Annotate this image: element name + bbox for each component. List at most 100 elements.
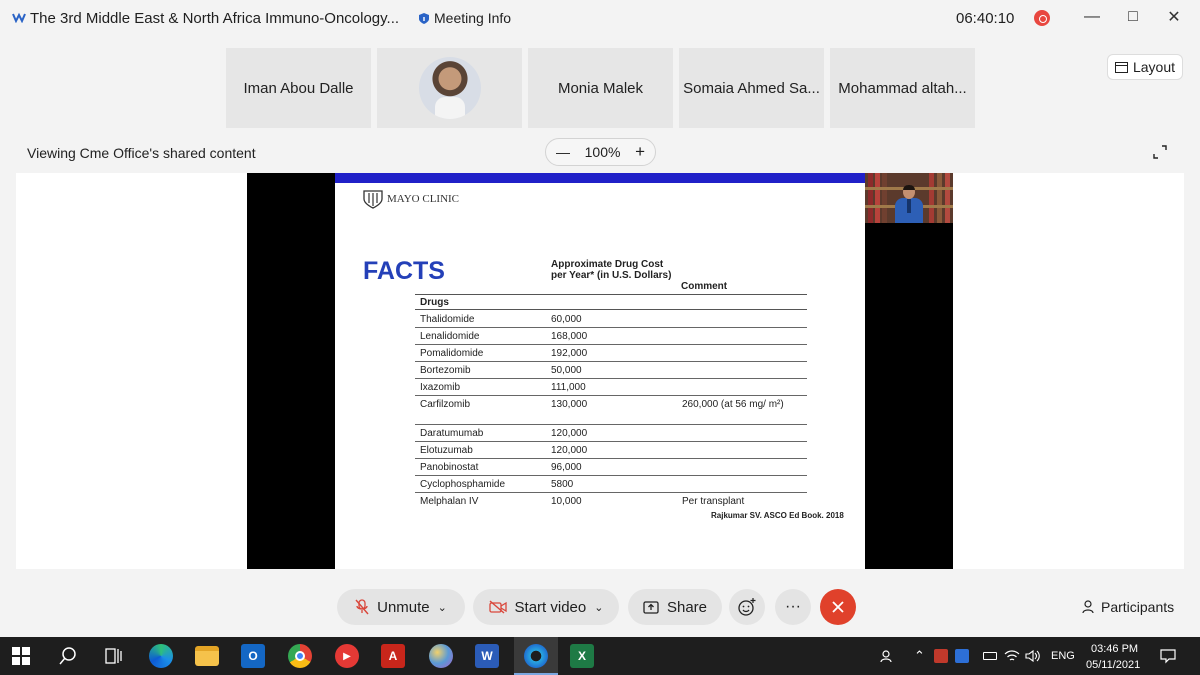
- presentation-slide: MAYO CLINIC FACTS Approximate Drug Cost …: [335, 173, 865, 569]
- paint-icon[interactable]: [429, 644, 453, 668]
- participants-label: Participants: [1101, 599, 1175, 615]
- drug-cost: 96,000: [551, 462, 582, 473]
- drug-cost: 168,000: [551, 331, 588, 342]
- zoom-in-icon[interactable]: +: [635, 142, 645, 162]
- participant-tile[interactable]: Mohammad altah...: [830, 48, 975, 128]
- notification-icon[interactable]: [1160, 648, 1176, 664]
- volume-icon[interactable]: [1025, 649, 1041, 663]
- row-divider: [415, 441, 807, 442]
- mayo-clinic-logo: MAYO CLINIC: [362, 189, 459, 209]
- row-divider: [415, 458, 807, 459]
- microphone-muted-icon: [355, 599, 369, 615]
- drug-cost: 192,000: [551, 348, 588, 359]
- start-video-button[interactable]: Start video ⌄: [473, 589, 619, 625]
- windows-taskbar: [0, 637, 1200, 675]
- drug-name: Thalidomide: [420, 314, 475, 325]
- media-player-icon[interactable]: ▶: [335, 644, 359, 668]
- table-header-rule: [415, 309, 807, 310]
- participant-name: Iman Abou Dalle: [243, 79, 354, 97]
- clock-time[interactable]: 03:46 PM: [1091, 643, 1138, 655]
- participant-name: Monia Malek: [557, 79, 644, 97]
- participant-tile[interactable]: [377, 48, 522, 128]
- drug-cost: 130,000: [551, 399, 588, 410]
- participant-name: Mohammad altah...: [838, 79, 967, 97]
- close-icon[interactable]: ✕: [1162, 6, 1186, 28]
- drug-cost: 111,000: [551, 382, 586, 393]
- webex-icon[interactable]: [524, 644, 548, 668]
- participant-tile[interactable]: Somaia Ahmed Sa...: [679, 48, 824, 128]
- file-explorer-icon[interactable]: [195, 646, 219, 666]
- drug-name: Melphalan IV: [420, 496, 479, 507]
- row-divider: [415, 327, 807, 328]
- participant-tile[interactable]: Monia Malek: [528, 48, 673, 128]
- participants-button[interactable]: Participants: [1082, 599, 1174, 615]
- chevron-down-icon[interactable]: ⌄: [438, 601, 447, 614]
- unmute-button[interactable]: Unmute ⌄: [337, 589, 465, 625]
- participant-tile[interactable]: Iman Abou Dalle: [226, 48, 371, 128]
- speaker-figure: [895, 185, 923, 223]
- column-header-cost: Approximate Drug Cost per Year* (in U.S.…: [551, 259, 672, 281]
- unmute-label: Unmute: [377, 598, 430, 616]
- person-icon: [1082, 600, 1094, 614]
- mayo-clinic-text: MAYO CLINIC: [387, 193, 460, 205]
- clock-date[interactable]: 05/11/2021: [1086, 659, 1140, 671]
- row-divider: [415, 378, 807, 379]
- drug-name: Bortezomib: [420, 365, 471, 376]
- windows-start-icon[interactable]: [11, 646, 31, 666]
- edge-icon[interactable]: [149, 644, 173, 668]
- battery-icon[interactable]: [983, 652, 997, 660]
- layout-icon: [1114, 61, 1128, 73]
- zoom-control: — 100% +: [545, 138, 656, 166]
- participant-name: Somaia Ahmed Sa...: [683, 79, 820, 97]
- chevron-down-icon[interactable]: ⌄: [594, 601, 603, 614]
- tray-app-icon[interactable]: [934, 649, 948, 663]
- zoom-out-icon[interactable]: —: [556, 144, 570, 160]
- more-options-button[interactable]: ···: [775, 589, 811, 625]
- reactions-button[interactable]: [729, 589, 765, 625]
- shield-info-icon: [419, 12, 429, 24]
- outlook-icon[interactable]: O: [241, 644, 265, 668]
- share-label: Share: [666, 598, 708, 616]
- leave-meeting-button[interactable]: [820, 589, 856, 625]
- title-bar: The 3rd Middle East & North Africa Immun…: [0, 0, 1200, 36]
- chevron-up-icon[interactable]: ⌃: [914, 648, 925, 664]
- share-screen-icon: [643, 600, 659, 614]
- drug-comment: Per transplant: [682, 496, 745, 507]
- fullscreen-icon[interactable]: [1153, 145, 1167, 159]
- viewing-shared-content-text: Viewing Cme Office's shared content: [27, 145, 256, 161]
- slide-title: FACTS: [363, 257, 445, 285]
- webex-logo-icon: [12, 12, 26, 23]
- column-header-comment: Comment: [681, 281, 728, 292]
- wifi-icon[interactable]: [1004, 649, 1020, 663]
- word-icon[interactable]: W: [475, 644, 499, 668]
- zoom-level: 100%: [584, 144, 621, 160]
- search-icon[interactable]: [58, 646, 78, 666]
- maximize-icon[interactable]: □: [1121, 6, 1145, 28]
- row-divider: [415, 395, 807, 396]
- drug-cost: 10,000: [551, 496, 582, 507]
- minimize-icon[interactable]: —: [1080, 6, 1104, 28]
- drug-name: Pomalidomide: [420, 348, 484, 359]
- acrobat-icon[interactable]: A: [381, 644, 405, 668]
- row-divider: [415, 344, 807, 345]
- chrome-icon[interactable]: [288, 644, 312, 668]
- video-off-icon: [488, 600, 507, 614]
- speaker-video[interactable]: [865, 173, 953, 223]
- dropbox-icon[interactable]: [955, 649, 969, 663]
- people-tray-icon[interactable]: [880, 648, 896, 664]
- column-header-drugs: Drugs: [420, 297, 449, 308]
- drug-cost: 50,000: [551, 365, 582, 376]
- meeting-info-button[interactable]: Meeting Info: [418, 10, 511, 26]
- more-icon: ···: [785, 598, 801, 615]
- drug-name: Elotuzumab: [420, 445, 473, 456]
- recording-icon[interactable]: [1034, 10, 1050, 26]
- share-button[interactable]: Share: [628, 589, 722, 625]
- start-video-label: Start video: [514, 598, 587, 616]
- drug-name: Panobinostat: [420, 462, 479, 473]
- layout-button[interactable]: Layout: [1107, 54, 1183, 80]
- excel-icon[interactable]: X: [570, 644, 594, 668]
- language-indicator[interactable]: ENG: [1051, 650, 1075, 662]
- drug-name: Carfilzomib: [420, 399, 471, 410]
- task-view-icon[interactable]: [103, 646, 123, 666]
- drug-comment: 260,000 (at 56 mg/ m²): [682, 399, 784, 410]
